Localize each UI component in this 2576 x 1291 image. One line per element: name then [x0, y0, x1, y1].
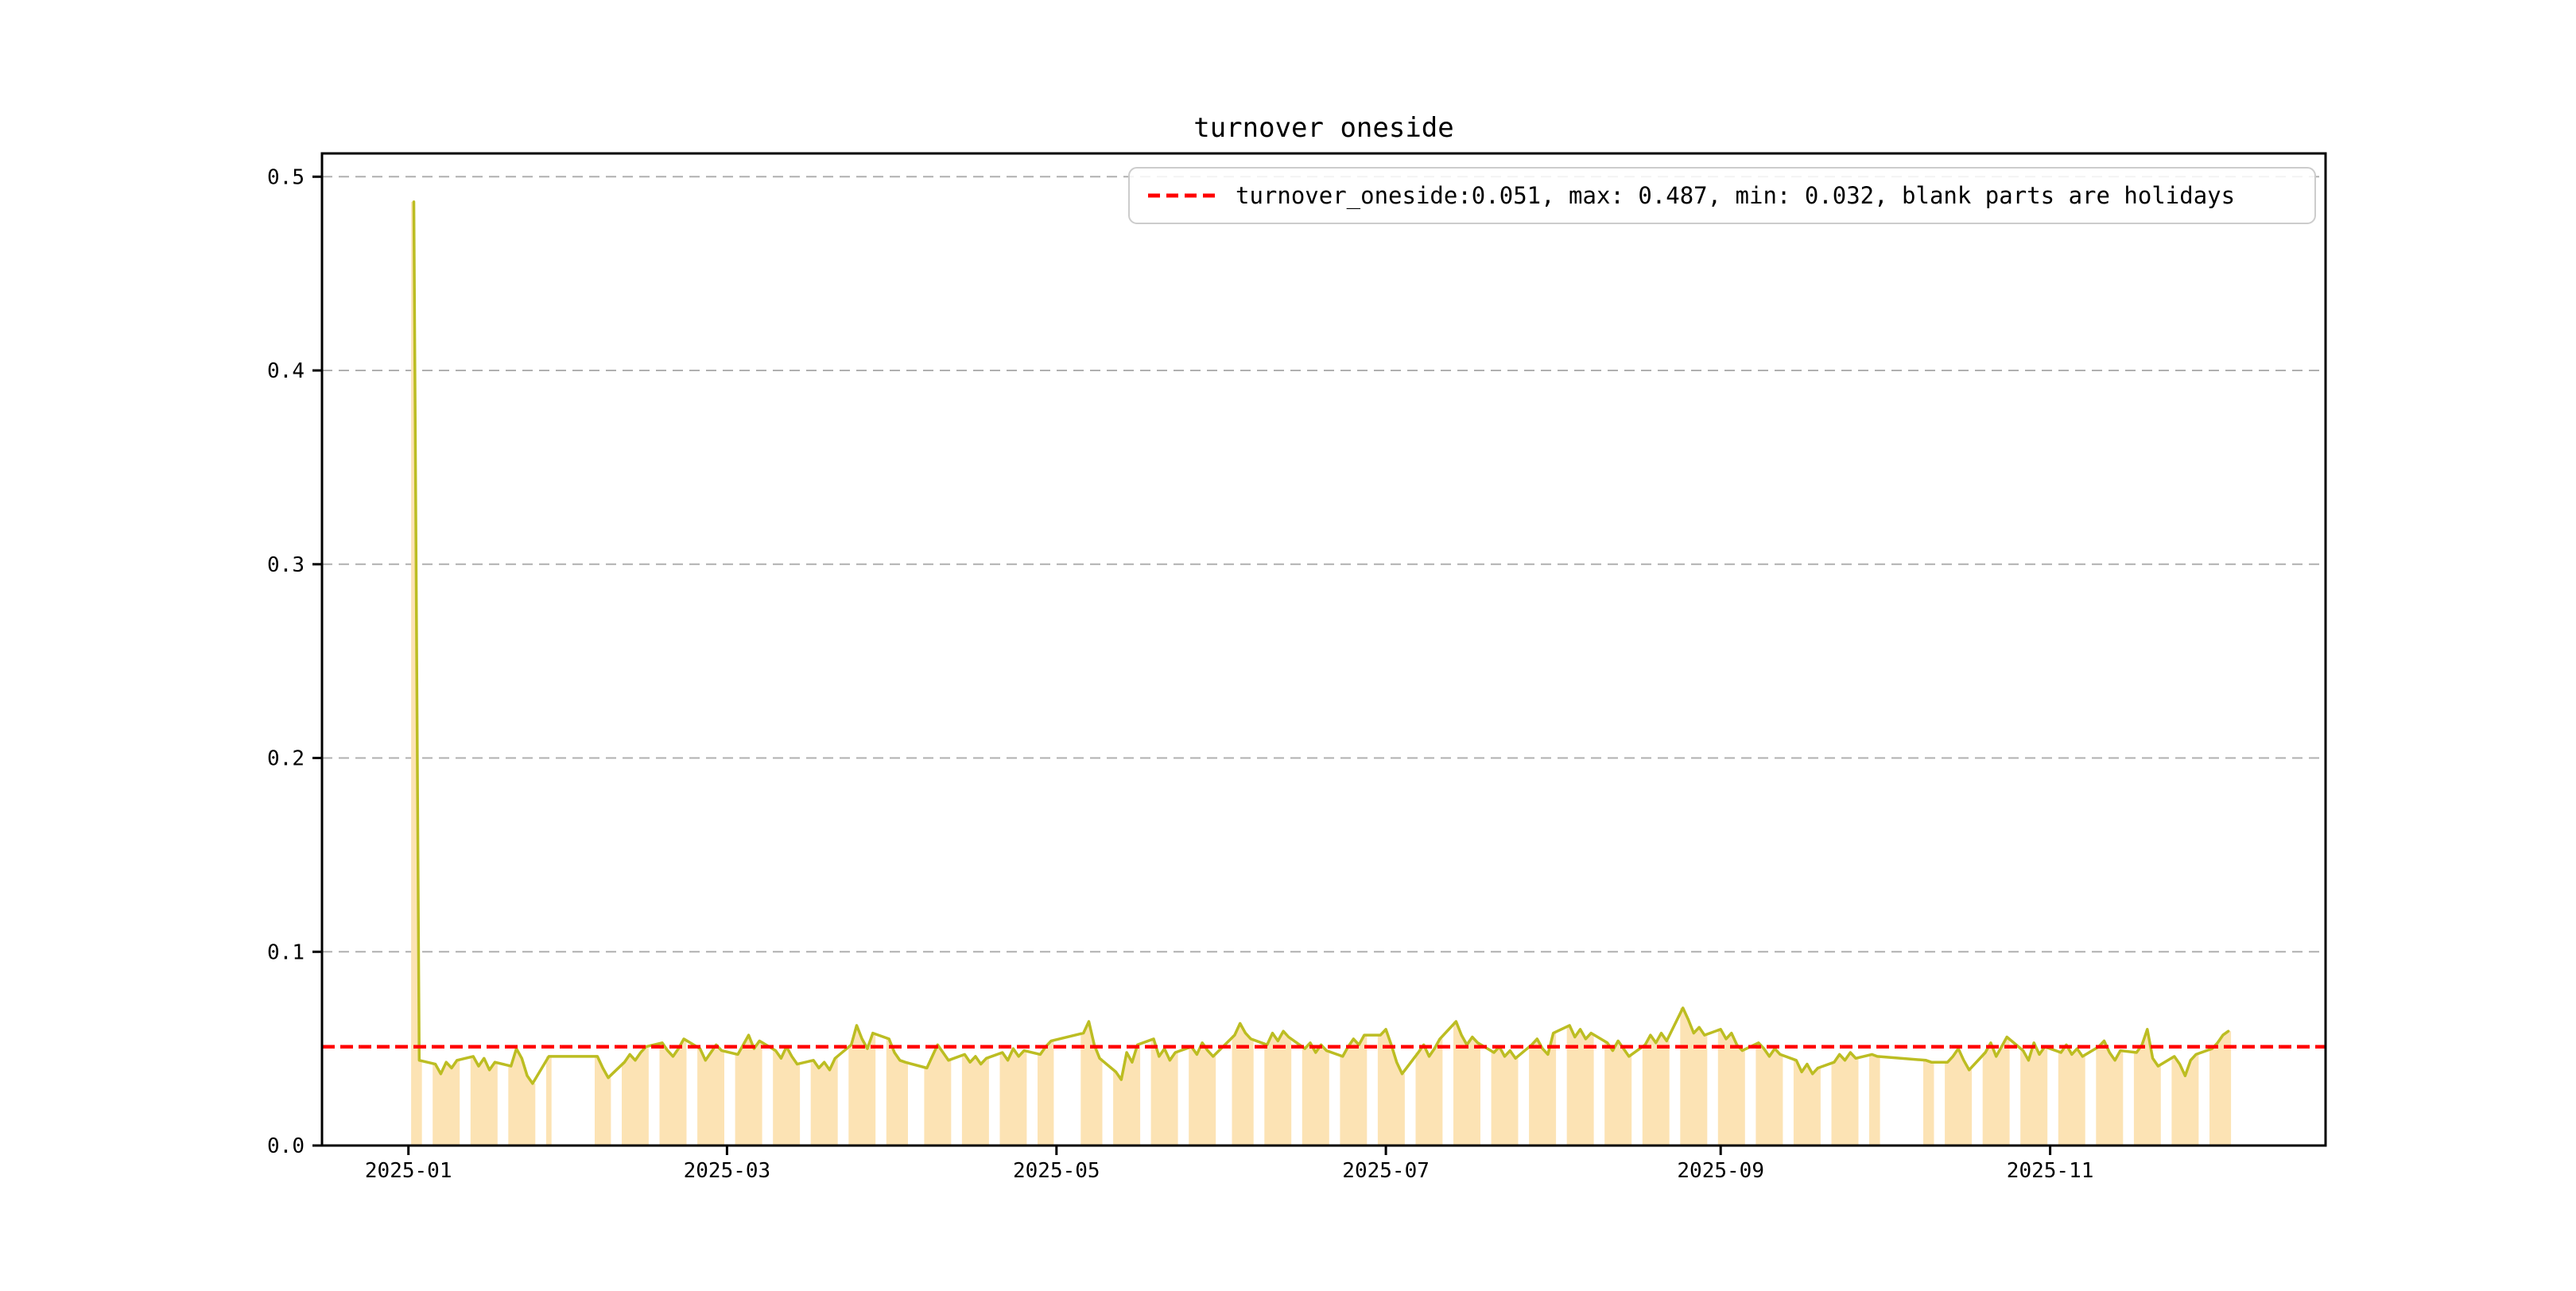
trading-week-band — [1831, 1053, 1859, 1146]
x-tick-label: 2025-03 — [684, 1159, 771, 1183]
trading-week-band — [1642, 1033, 1670, 1146]
y-tick-label: 0.5 — [267, 165, 305, 189]
x-tick-label: 2025-05 — [1013, 1159, 1100, 1183]
trading-week-band — [1491, 1046, 1519, 1146]
y-tick-label: 0.4 — [267, 359, 305, 383]
trading-week-band — [1869, 1054, 1880, 1146]
trading-week-band — [999, 1049, 1027, 1146]
y-tick-label: 0.0 — [267, 1134, 305, 1158]
trading-week-band — [1755, 1042, 1783, 1146]
y-tick-label: 0.1 — [267, 940, 305, 964]
trading-week-band — [810, 1058, 838, 1146]
trading-week-band — [961, 1054, 989, 1146]
trading-week-band — [1189, 1042, 1216, 1146]
trading-week-band — [2058, 1045, 2085, 1146]
chart-canvas: 0.0 0.1 0.2 0.3 0.4 0.5 2025-01 2025-03 2025-05 2… — [267, 112, 2327, 1183]
x-tick-label: 2025-01 — [365, 1159, 452, 1183]
x-tick-label: 2025-07 — [1342, 1159, 1430, 1183]
y-tick-label: 0.3 — [267, 553, 305, 577]
x-tick-label: 2025-09 — [1677, 1159, 1764, 1183]
figure: 0.0 0.1 0.2 0.3 0.4 0.5 2025-01 2025-03 2025-05 2… — [0, 0, 2576, 1288]
trading-week-band — [1232, 1023, 1254, 1146]
legend: turnover_oneside:0.051, max: 0.487, min:… — [1128, 167, 2316, 224]
trading-week-band — [1793, 1060, 1821, 1146]
trading-week-band — [433, 1060, 460, 1146]
y-tick-label: 0.2 — [267, 747, 305, 771]
trading-week-band — [545, 1056, 552, 1146]
chart-title: turnover oneside — [1193, 112, 1454, 144]
x-tick-label: 2025-11 — [2007, 1159, 2094, 1183]
trading-week-band — [2020, 1042, 2048, 1146]
legend-label: turnover_oneside:0.051, max: 0.487, min:… — [1236, 182, 2235, 210]
trading-week-band — [2096, 1041, 2124, 1146]
trading-week-band — [1302, 1042, 1329, 1146]
plot-area — [322, 153, 2326, 1146]
trading-week-band — [1038, 1041, 1054, 1146]
trading-week-band — [1923, 1060, 1934, 1146]
trading-week-band — [1566, 1025, 1594, 1146]
trading-week-band — [697, 1045, 724, 1146]
trading-week-band — [470, 1056, 498, 1146]
